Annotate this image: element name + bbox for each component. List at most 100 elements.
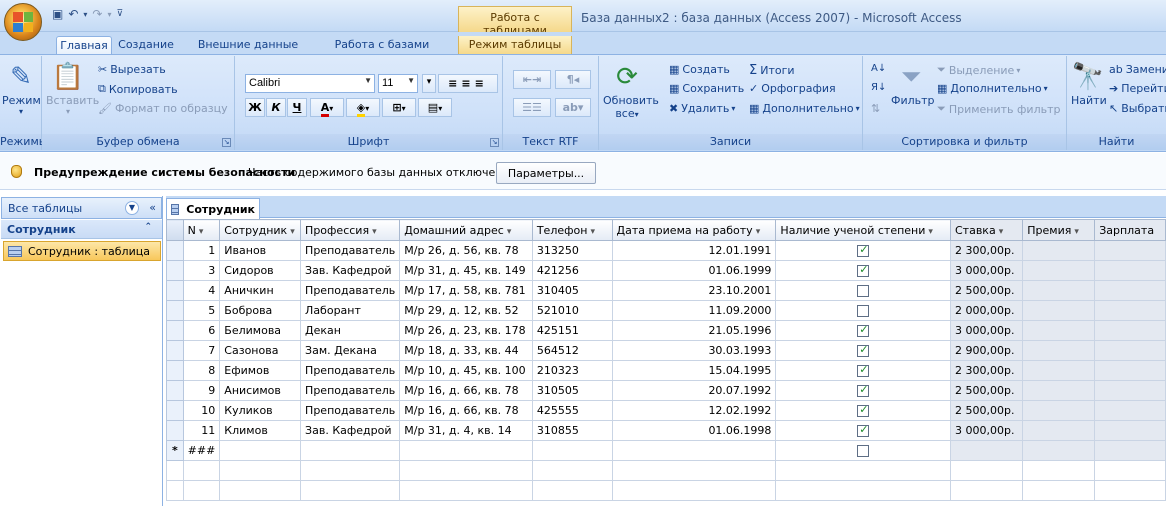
- column-header-salary[interactable]: Зарплата: [1094, 219, 1166, 241]
- cell-hire-date[interactable]: 12.01.1991: [611, 240, 777, 261]
- cell-address[interactable]: М/р 26, д. 56, кв. 78: [399, 240, 533, 261]
- save-icon[interactable]: ▣: [52, 7, 63, 21]
- clipboard-launcher-icon[interactable]: ↘: [222, 138, 231, 147]
- cell-profession[interactable]: Декан: [300, 320, 401, 341]
- sort-descending-button[interactable]: Я↓: [871, 82, 886, 93]
- cell-bonus[interactable]: [1022, 420, 1096, 441]
- chevron-down-icon[interactable]: ▾: [999, 227, 1004, 237]
- highlight-button[interactable]: ab▾: [555, 98, 591, 117]
- chevron-down-icon[interactable]: ▾: [290, 227, 295, 237]
- cell-phone[interactable]: 425151: [531, 320, 613, 341]
- row-selector[interactable]: [166, 340, 184, 361]
- column-header-employee[interactable]: Сотрудник ▾: [219, 219, 302, 241]
- cell-n[interactable]: 10: [182, 400, 221, 421]
- cell-rate[interactable]: 2 000,00р.: [949, 300, 1024, 321]
- chevron-down-icon[interactable]: ▾: [507, 227, 512, 237]
- cell-n[interactable]: 7: [182, 340, 221, 361]
- row-selector[interactable]: [166, 300, 184, 321]
- select-button[interactable]: ↖ Выбрать: [1109, 102, 1166, 115]
- cell-bonus[interactable]: [1022, 340, 1096, 361]
- checkbox[interactable]: [857, 383, 870, 397]
- cell-address[interactable]: М/р 29, д. 12, кв. 52: [399, 300, 533, 321]
- cell-employee[interactable]: Сидоров: [219, 260, 302, 281]
- cell-address[interactable]: М/р 17, д. 58, кв. 781: [399, 280, 533, 301]
- checkbox[interactable]: [857, 305, 870, 317]
- cell-degree[interactable]: [775, 260, 951, 281]
- cell-hire-date[interactable]: 30.03.1993: [611, 340, 777, 361]
- cell-address[interactable]: М/р 31, д. 45, кв. 149: [399, 260, 533, 281]
- font-color-button[interactable]: А▾: [310, 98, 344, 117]
- font-launcher-icon[interactable]: ↘: [490, 138, 499, 147]
- cell-employee[interactable]: Куликов: [219, 400, 302, 421]
- cell-degree[interactable]: [775, 400, 951, 421]
- save-record-button[interactable]: ▦ Сохранить: [669, 82, 744, 95]
- font-size-select[interactable]: 11 ▼: [378, 74, 418, 93]
- cell-salary[interactable]: [1094, 340, 1166, 361]
- row-selector[interactable]: [166, 260, 184, 281]
- cell-degree[interactable]: [775, 360, 951, 381]
- cell-rate[interactable]: 2 500,00р.: [949, 400, 1024, 421]
- cell-degree[interactable]: [775, 420, 951, 441]
- alternate-fill-button[interactable]: ▤▾: [418, 98, 452, 117]
- find-button[interactable]: 🔭 Найти: [1071, 62, 1107, 107]
- tab-external-data[interactable]: Внешние данные: [196, 36, 300, 54]
- cell-n[interactable]: 4: [182, 280, 221, 301]
- spelling-button[interactable]: ✓ Орфография: [749, 82, 836, 95]
- table-cell[interactable]: [219, 440, 302, 461]
- cell-phone[interactable]: 313250: [531, 240, 613, 261]
- column-header-bonus[interactable]: Премия ▾: [1022, 219, 1096, 241]
- records-more-button[interactable]: ▦ Дополнительно ▾: [749, 102, 860, 115]
- nav-pane-header[interactable]: Все таблицы ▼ «: [1, 197, 162, 219]
- cell-phone[interactable]: 425555: [531, 400, 613, 421]
- cell-salary[interactable]: [1094, 400, 1166, 421]
- cell-rate[interactable]: 2 300,00р.: [949, 240, 1024, 261]
- cell-n[interactable]: 5: [182, 300, 221, 321]
- filter-button[interactable]: ⏷ Фильтр: [891, 62, 935, 107]
- row-selector[interactable]: [166, 380, 184, 401]
- chevron-down-icon[interactable]: ▾: [928, 227, 933, 237]
- apply-filter-button[interactable]: ⏷ Применить фильтр: [937, 102, 1060, 116]
- sort-ascending-button[interactable]: A↓: [871, 63, 886, 74]
- totals-button[interactable]: Σ Итоги: [749, 63, 795, 78]
- cell-bonus[interactable]: [1022, 320, 1096, 341]
- cut-button[interactable]: ✂ Вырезать: [98, 63, 166, 76]
- cell-rate[interactable]: 2 500,00р.: [949, 380, 1024, 401]
- redo-icon[interactable]: ↷: [92, 7, 102, 21]
- cell-rate[interactable]: 2 900,00р.: [949, 340, 1024, 361]
- tab-create[interactable]: Создание: [114, 36, 178, 54]
- table-cell[interactable]: [1022, 440, 1096, 461]
- document-tab-employee[interactable]: Сотрудник: [166, 198, 260, 219]
- cell-salary[interactable]: [1094, 360, 1166, 381]
- cell-salary[interactable]: [1094, 240, 1166, 261]
- cell-bonus[interactable]: [1022, 400, 1096, 421]
- checkbox[interactable]: [857, 403, 870, 417]
- copy-button[interactable]: ⧉ Копировать: [98, 82, 178, 96]
- cell-bonus[interactable]: [1022, 280, 1096, 301]
- column-header-address[interactable]: Домашний адрес ▾: [399, 219, 533, 241]
- column-header-profession[interactable]: Профессия ▾: [300, 219, 401, 241]
- new-record-id[interactable]: ###: [182, 440, 221, 461]
- table-row[interactable]: 5 Боброва Лаборант М/р 29, д. 12, кв. 52 521…: [166, 300, 1166, 321]
- cell-phone[interactable]: 210323: [531, 360, 613, 381]
- cell-bonus[interactable]: [1022, 240, 1096, 261]
- new-record-row[interactable]: * ###: [166, 440, 1166, 461]
- table-row[interactable]: 8 Ефимов Преподаватель М/р 10, д. 45, кв. 1…: [166, 360, 1166, 381]
- gridlines-button[interactable]: ⊞▾: [382, 98, 416, 117]
- column-header-degree[interactable]: Наличие ученой степени ▾: [775, 219, 951, 241]
- cell-degree[interactable]: [775, 300, 951, 321]
- cell-hire-date[interactable]: 11.09.2000: [611, 300, 777, 321]
- select-all-corner[interactable]: [166, 219, 184, 241]
- chevron-down-icon[interactable]: ▾: [756, 227, 761, 237]
- cell-hire-date[interactable]: 12.02.1992: [611, 400, 777, 421]
- cell-hire-date[interactable]: 01.06.1999: [611, 260, 777, 281]
- table-cell[interactable]: [949, 440, 1024, 461]
- checkbox[interactable]: [857, 323, 870, 337]
- table-row[interactable]: 1 Иванов Преподаватель М/р 26, д. 56, кв. 7…: [166, 240, 1166, 261]
- cell-address[interactable]: М/р 18, д. 33, кв. 44: [399, 340, 533, 361]
- cell-phone[interactable]: 310405: [531, 280, 613, 301]
- bold-button[interactable]: Ж: [245, 98, 265, 117]
- table-row[interactable]: 9 Анисимов Преподаватель М/р 16, д. 66, кв.…: [166, 380, 1166, 401]
- cell-profession[interactable]: Преподаватель: [300, 360, 401, 381]
- italic-button[interactable]: К: [266, 98, 286, 117]
- view-button[interactable]: ✎ Режим ▾: [2, 62, 41, 116]
